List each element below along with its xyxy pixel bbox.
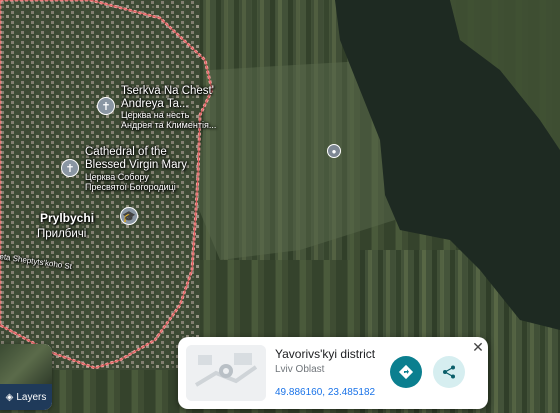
town-name-local: Прилбичі [37,228,87,240]
poi-tserkva-sub2: Андрея та Климентія... [121,119,217,130]
map-thumbnail-icon [186,345,266,401]
place-pin-icon[interactable]: ● [327,144,341,158]
poi-tserkva-title[interactable]: Tserkva Na Chest' Andreya Ta... [121,85,214,110]
place-thumbnail[interactable] [186,345,266,401]
layers-button[interactable]: ◈ Layers [0,344,52,410]
place-subtitle: Lviv Oblast [275,364,325,375]
place-info-card[interactable]: Yavorivs'kyi district Lviv Oblast 49.886… [178,337,488,409]
poi-tserkva-line1: Tserkva Na Chest' [121,85,214,97]
layers-thumbnail [0,344,52,384]
directions-icon [398,364,414,380]
layers-label-row: ◈ Layers [0,384,52,410]
close-icon[interactable]: ✕ [470,339,486,355]
place-coordinates[interactable]: 49.886160, 23.485182 [275,387,375,398]
poi-cathedral-sub: Церква Собору Пресвятої Богородиці [85,172,176,193]
directions-button[interactable] [390,356,422,388]
town-name: Prylbychi [40,211,95,225]
poi-cathedral-line1: Cathedral of the [85,146,167,158]
layers-icon: ◈ [5,391,14,403]
school-icon[interactable]: 🎓 [120,207,138,225]
place-title: Yavorivs'kyi district [275,347,376,361]
share-icon [443,365,455,379]
church-icon[interactable]: ✝ [61,159,79,177]
share-button[interactable] [433,356,465,388]
poi-tserkva-sub: Церква на честь Андрея та Климентія... [121,110,217,131]
church-icon[interactable]: ✝ [97,97,115,115]
layers-label: Layers [16,391,47,403]
poi-cathedral-title[interactable]: Cathedral of the Blessed Virgin Mary [85,146,187,171]
poi-cathedral-line2: Blessed Virgin Mary [85,158,188,171]
poi-cathedral-sub2: Пресвятої Богородиці [85,181,176,192]
poi-tserkva-line2: Andreya Ta... [121,97,189,110]
